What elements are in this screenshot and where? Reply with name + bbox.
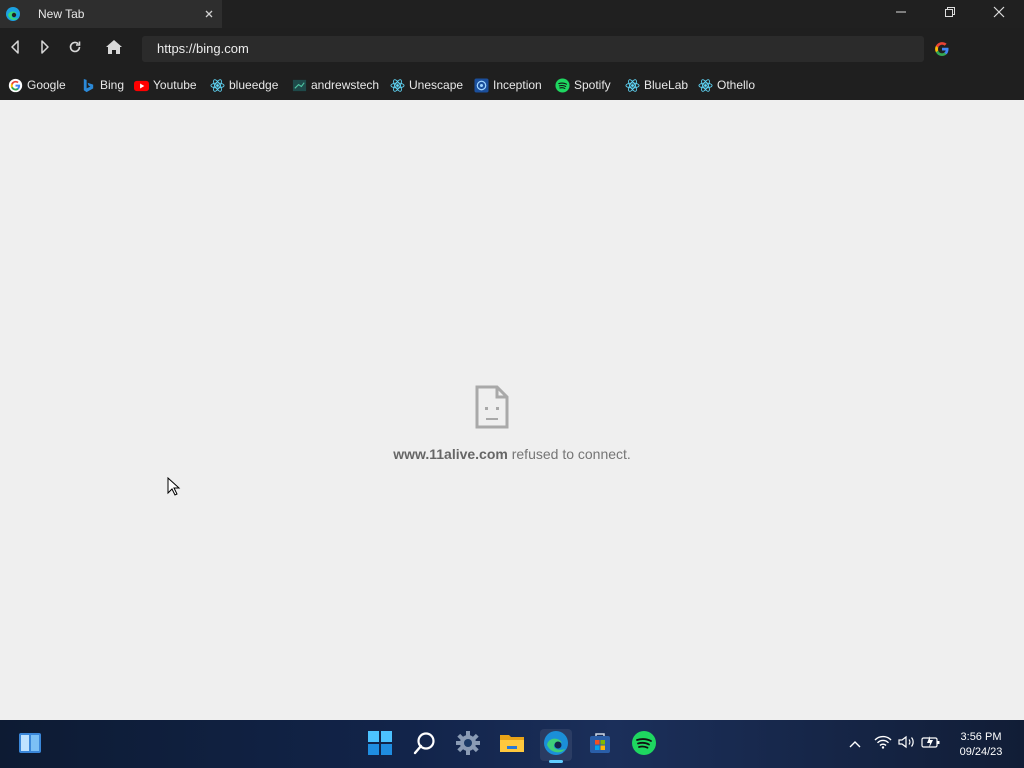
spotify-icon <box>631 730 657 761</box>
page-content <box>0 100 1024 720</box>
bookmark-label: Bing <box>100 78 125 92</box>
react-icon <box>390 78 405 92</box>
bookmark-inception[interactable]: Inception <box>474 76 542 94</box>
forward-icon <box>39 39 51 59</box>
sad-document-icon <box>474 385 510 429</box>
bookmark-label: Unescape <box>409 78 464 92</box>
widgets-button[interactable] <box>14 729 46 761</box>
bookmark-bluelab[interactable]: BlueLab <box>625 76 688 94</box>
battery-icon <box>921 735 941 754</box>
battery-button[interactable] <box>921 734 941 754</box>
url-text[interactable]: https://bing.com <box>157 41 249 56</box>
error-message: www.11alive.com refused to connect. <box>0 446 1024 462</box>
restore-icon <box>944 5 956 23</box>
react-icon <box>210 78 225 92</box>
andrewstech-icon <box>292 79 307 91</box>
edge-icon <box>543 730 569 761</box>
show-hidden-icons-button[interactable] <box>845 734 865 754</box>
react-icon <box>625 78 640 92</box>
google-icon[interactable] <box>933 40 951 58</box>
mouse-cursor-icon <box>167 476 181 497</box>
file-explorer-button[interactable] <box>496 729 528 761</box>
edge-icon <box>5 6 21 22</box>
volume-icon <box>898 735 916 754</box>
bookmark-bing[interactable]: Bing <box>81 76 124 94</box>
settings-icon <box>455 730 481 761</box>
tab-new-tab[interactable]: New Tab <box>0 0 222 28</box>
bookmark-spotify[interactable]: Spotify <box>555 76 611 94</box>
react-icon <box>698 78 713 92</box>
bookmark-label: BlueLab <box>644 78 689 92</box>
clock-date: 09/24/23 <box>959 746 1003 758</box>
chevron-up-icon <box>849 735 861 753</box>
store-icon <box>588 731 612 760</box>
clock[interactable]: 3:56 PM 09/24/23 <box>952 730 1010 760</box>
restore-button[interactable] <box>927 0 973 28</box>
clock-time: 3:56 PM <box>960 731 1002 743</box>
widgets-icon <box>18 732 42 759</box>
back-button[interactable] <box>4 38 26 60</box>
error-host: www.11alive.com <box>393 446 508 462</box>
settings-button[interactable] <box>452 729 484 761</box>
bookmark-blueedge[interactable]: blueedge <box>210 76 278 94</box>
search-icon <box>413 731 437 760</box>
bookmark-label: Google <box>27 78 66 92</box>
start-button[interactable] <box>364 729 396 761</box>
google-icon <box>8 78 23 92</box>
spotify-icon <box>555 77 570 93</box>
reload-icon <box>68 40 82 59</box>
volume-button[interactable] <box>897 734 917 754</box>
bookmark-label: andrewstech <box>311 78 380 92</box>
bookmark-youtube[interactable]: Youtube <box>134 76 197 94</box>
address-bar[interactable] <box>142 36 924 62</box>
spotify-taskbar-button[interactable] <box>628 729 660 761</box>
close-icon <box>993 5 1005 23</box>
reload-button[interactable] <box>64 38 86 60</box>
bookmark-label: Youtube <box>153 78 197 92</box>
edge-taskbar-button[interactable] <box>540 729 572 761</box>
error-text: refused to connect. <box>511 446 631 462</box>
store-button[interactable] <box>584 729 616 761</box>
minimize-button[interactable] <box>878 0 924 28</box>
minimize-icon <box>895 5 907 23</box>
active-indicator <box>549 760 563 763</box>
back-icon <box>9 39 21 59</box>
start-icon <box>367 730 393 761</box>
bookmark-andrewstech[interactable]: andrewstech <box>292 76 379 94</box>
bookmark-label: Inception <box>493 78 542 92</box>
bookmark-unescape[interactable]: Unescape <box>390 76 463 94</box>
bookmark-label: Othello <box>717 78 756 92</box>
wifi-icon <box>874 735 892 754</box>
forward-button[interactable] <box>34 38 56 60</box>
home-icon <box>105 39 123 60</box>
file-explorer-icon <box>499 732 525 759</box>
bookmark-label: Spotify <box>574 78 611 92</box>
close-window-button[interactable] <box>976 0 1022 28</box>
tab-title: New Tab <box>38 7 85 21</box>
bookmark-google[interactable]: Google <box>8 76 66 94</box>
network-button[interactable] <box>873 734 893 754</box>
bing-icon <box>83 78 94 92</box>
close-icon[interactable] <box>203 7 215 19</box>
inception-icon <box>474 77 489 93</box>
home-button[interactable] <box>103 38 125 60</box>
youtube-icon <box>134 80 149 91</box>
bookmark-label: blueedge <box>229 78 279 92</box>
search-button[interactable] <box>409 729 441 761</box>
bookmark-othello[interactable]: Othello <box>698 76 755 94</box>
